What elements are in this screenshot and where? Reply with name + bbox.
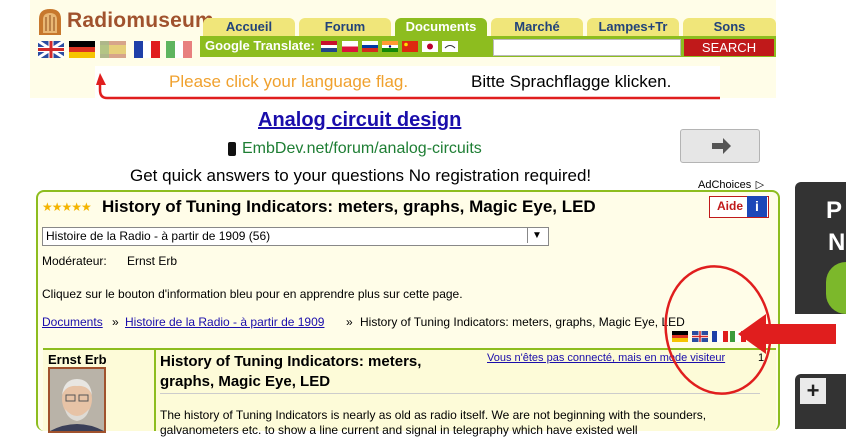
avatar[interactable] [48, 367, 106, 433]
spain-flag[interactable] [100, 41, 126, 58]
poland-flag[interactable] [342, 41, 358, 52]
login-status-link[interactable]: Vous n'êtes pas connecté, mais en mode v… [487, 352, 725, 364]
breadcrumb-current: History of Tuning Indicators: meters, gr… [360, 315, 685, 329]
language-message: Please click your language flag. [169, 72, 409, 91]
moderator-name: Ernst Erb [127, 254, 178, 268]
side-ad-text: P [826, 197, 843, 224]
post-number: 1 [758, 352, 765, 364]
germany-flag[interactable] [69, 41, 95, 58]
search-input[interactable] [493, 39, 681, 56]
ad-url-link[interactable]: EmbDev.net/forum/analog-circuits [242, 140, 482, 158]
page-title: History of Tuning Indicators: meters, gr… [102, 197, 596, 216]
italy-flag[interactable] [730, 331, 746, 342]
tab-sons[interactable]: Sons [683, 18, 776, 36]
logo[interactable] [36, 7, 64, 37]
italy-flag[interactable] [166, 41, 192, 58]
rating-stars-icon: ★★★★★ [42, 200, 92, 214]
breadcrumb-separator: » [346, 315, 353, 329]
russia-flag[interactable] [362, 41, 378, 52]
tab-marche[interactable]: Marché [491, 18, 583, 36]
ad-description: Get quick answers to your questions No r… [130, 166, 592, 185]
side-ad-text-2: N [828, 229, 846, 256]
category-select-value: Histoire de la Radio - à partir de 1909 … [46, 229, 271, 243]
breadcrumb-category[interactable]: Histoire de la Radio - à partir de 1909 [125, 315, 324, 329]
breadcrumb-documents[interactable]: Documents [42, 315, 103, 329]
info-icon[interactable]: i [747, 196, 767, 217]
google-translate-label: Google Translate: [205, 38, 315, 53]
tab-lampes[interactable]: Lampes+Tr [587, 18, 679, 36]
phone-icon [228, 142, 236, 156]
tab-accueil[interactable]: Accueil [203, 18, 295, 36]
language-message-german: Bitte Sprachflagge klicken. [471, 72, 672, 91]
france-flag[interactable] [134, 41, 160, 58]
post-title: History of Tuning Indicators: meters, gr… [160, 353, 422, 390]
china-flag[interactable] [402, 41, 418, 52]
tab-documents[interactable]: Documents [395, 18, 487, 36]
uk-flag[interactable] [38, 41, 64, 58]
author-name[interactable]: Ernst Erb [48, 352, 107, 367]
moderator-label: Modérateur: [42, 254, 107, 268]
arabic-flag[interactable] [442, 41, 458, 52]
japan-flag[interactable] [422, 41, 438, 52]
breadcrumb-separator: » [112, 315, 119, 329]
ad-arrow-button[interactable] [680, 129, 760, 163]
germany-flag[interactable] [672, 331, 688, 342]
arrow-right-icon [712, 138, 731, 154]
help-label[interactable]: Aide [717, 199, 743, 213]
uk-flag[interactable] [692, 331, 708, 342]
france-flag[interactable] [712, 331, 728, 342]
divider [160, 393, 760, 394]
india-flag[interactable] [382, 41, 398, 52]
plus-icon[interactable]: + [800, 378, 826, 404]
logo-text[interactable]: Radiomuseum [67, 9, 214, 33]
tab-forum[interactable]: Forum [299, 18, 391, 36]
post-body: The history of Tuning Indicators is near… [160, 408, 707, 437]
ad-title-link[interactable]: Analog circuit design [258, 109, 461, 132]
search-button[interactable]: SEARCH [684, 39, 774, 56]
netherlands-flag[interactable] [321, 41, 337, 52]
info-text: Cliquez sur le bouton d'information bleu… [42, 287, 463, 301]
chevron-down-icon[interactable]: ▼ [527, 228, 546, 243]
